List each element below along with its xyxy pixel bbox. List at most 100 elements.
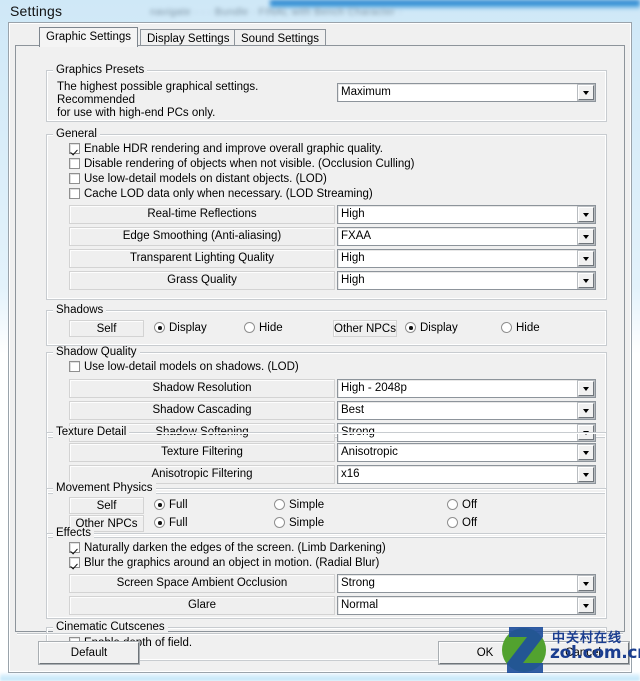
combo-ssao[interactable]: Strong (337, 574, 596, 593)
combo-value: High (341, 274, 365, 286)
checkbox-box[interactable] (69, 361, 80, 372)
ok-button[interactable]: OK (439, 642, 531, 664)
settings-dialog: Graphic Settings Display Settings Sound … (8, 22, 632, 673)
checkbox-box[interactable] (69, 542, 80, 553)
radio-label: Off (462, 499, 478, 511)
plate-label: Texture Filtering (161, 446, 243, 458)
label-glare: Glare (69, 596, 335, 615)
radio-physics-self-simple[interactable]: Simple (274, 499, 324, 511)
chevron-down-icon[interactable] (578, 251, 594, 266)
chevron-down-icon[interactable] (578, 85, 594, 100)
backdrop-blurred-text: navigate · · · Bundle · FINAL with Bench… (150, 7, 403, 18)
chevron-down-icon[interactable] (578, 381, 594, 396)
tab-page-graphic-settings: Graphics Presets The highest possible gr… (15, 45, 625, 661)
label-texture-filtering: Texture Filtering (69, 443, 335, 462)
chevron-down-icon[interactable] (578, 207, 594, 222)
group-effects: Effects Naturally darken the edges of th… (46, 527, 607, 619)
label-transparent-lighting-quality: Transparent Lighting Quality (69, 249, 335, 268)
radio-dot[interactable] (501, 322, 512, 333)
group-label: Movement Physics (53, 482, 156, 494)
radio-dot[interactable] (154, 499, 165, 510)
chevron-down-icon[interactable] (578, 273, 594, 288)
plate-label: Grass Quality (167, 274, 237, 286)
plate-label: Real-time Reflections (147, 208, 257, 220)
label-physics-self: Self (69, 497, 144, 514)
radio-label: Simple (289, 499, 325, 511)
chevron-down-icon[interactable] (578, 229, 594, 244)
checkbox-lod-streaming[interactable]: Cache LOD data only when necessary. (LOD… (69, 188, 373, 202)
label-shadows-other-npcs: Other NPCs (333, 320, 397, 337)
checkbox-label: Use low-detail models on shadows. (LOD) (84, 361, 299, 373)
presets-description: The highest possible graphical settings.… (57, 81, 259, 119)
plate-label: Other NPCs (334, 323, 396, 335)
plate-label: Screen Space Ambient Occlusion (116, 577, 288, 589)
radio-label: Display (420, 322, 458, 334)
checkbox-box[interactable] (69, 173, 80, 184)
combo-value: High - 2048p (341, 382, 407, 394)
radio-physics-npc-full[interactable]: Full (154, 517, 188, 529)
radio-shadows-npc-display[interactable]: Display (405, 322, 458, 334)
radio-label: Full (169, 499, 188, 511)
radio-physics-npc-simple[interactable]: Simple (274, 517, 324, 529)
tab-graphic-settings[interactable]: Graphic Settings (39, 27, 139, 47)
checkbox-box[interactable] (69, 557, 80, 568)
radio-dot[interactable] (244, 322, 255, 333)
button-label: Default (70, 647, 108, 659)
radio-dot[interactable] (274, 499, 285, 510)
radio-label: Hide (516, 322, 540, 334)
tab-strip: Graphic Settings Display Settings Sound … (15, 27, 625, 47)
chevron-down-icon[interactable] (578, 445, 594, 460)
combo-realtime-reflections[interactable]: High (337, 205, 596, 224)
combo-edge-smoothing[interactable]: FXAA (337, 227, 596, 246)
chevron-down-icon[interactable] (578, 576, 594, 591)
radio-shadows-npc-hide[interactable]: Hide (501, 322, 540, 334)
page-title: Settings (10, 3, 63, 19)
chevron-down-icon[interactable] (578, 403, 594, 418)
group-movement-physics: Movement Physics Self Full Simple Off Ot… (46, 482, 607, 538)
label-shadow-resolution: Shadow Resolution (69, 379, 335, 398)
checkbox-limb-darkening[interactable]: Naturally darken the edges of the screen… (69, 542, 386, 556)
radio-dot[interactable] (154, 517, 165, 528)
combo-value: Best (341, 404, 365, 416)
group-label: Effects (53, 527, 94, 539)
presets-combo[interactable]: Maximum (337, 83, 596, 102)
checkbox-box[interactable] (69, 188, 80, 199)
chevron-down-icon[interactable] (578, 467, 594, 482)
checkbox-lod-distant-objects[interactable]: Use low-detail models on distant objects… (69, 173, 327, 187)
combo-grass-quality[interactable]: High (337, 271, 596, 290)
default-button[interactable]: Default (39, 642, 139, 664)
group-label: Cinematic Cutscenes (53, 621, 168, 633)
button-label: Cancel (565, 647, 601, 659)
radio-dot[interactable] (447, 517, 458, 528)
combo-glare[interactable]: Normal (337, 596, 596, 615)
radio-dot[interactable] (447, 499, 458, 510)
label-shadows-self: Self (69, 320, 144, 337)
radio-shadows-self-hide[interactable]: Hide (244, 322, 283, 334)
plate-label: Shadow Resolution (152, 382, 252, 394)
checkbox-box[interactable] (69, 143, 80, 154)
combo-shadow-resolution[interactable]: High - 2048p (337, 379, 596, 398)
checkbox-label: Enable HDR rendering and improve overall… (84, 143, 383, 155)
radio-physics-npc-off[interactable]: Off (447, 517, 477, 529)
radio-label: Hide (259, 322, 283, 334)
cancel-button[interactable]: Cancel (537, 642, 629, 664)
checkbox-enable-hdr[interactable]: Enable HDR rendering and improve overall… (69, 143, 383, 157)
radio-dot[interactable] (154, 322, 165, 333)
radio-shadows-self-display[interactable]: Display (154, 322, 207, 334)
radio-physics-self-off[interactable]: Off (447, 499, 477, 511)
chevron-down-icon[interactable] (578, 598, 594, 613)
combo-anisotropic-filtering[interactable]: x16 (337, 465, 596, 484)
radio-physics-self-full[interactable]: Full (154, 499, 188, 511)
checkbox-shadow-lod[interactable]: Use low-detail models on shadows. (LOD) (69, 361, 299, 375)
label-shadow-cascading: Shadow Cascading (69, 401, 335, 420)
combo-texture-filtering[interactable]: Anisotropic (337, 443, 596, 462)
radio-dot[interactable] (405, 322, 416, 333)
backdrop-taskbar-edge (0, 672, 640, 681)
checkbox-box[interactable] (69, 158, 80, 169)
combo-transparent-lighting-quality[interactable]: High (337, 249, 596, 268)
label-edge-smoothing: Edge Smoothing (Anti-aliasing) (69, 227, 335, 246)
combo-shadow-cascading[interactable]: Best (337, 401, 596, 420)
radio-dot[interactable] (274, 517, 285, 528)
checkbox-occlusion-culling[interactable]: Disable rendering of objects when not vi… (69, 158, 414, 172)
checkbox-radial-blur[interactable]: Blur the graphics around an object in mo… (69, 557, 379, 571)
